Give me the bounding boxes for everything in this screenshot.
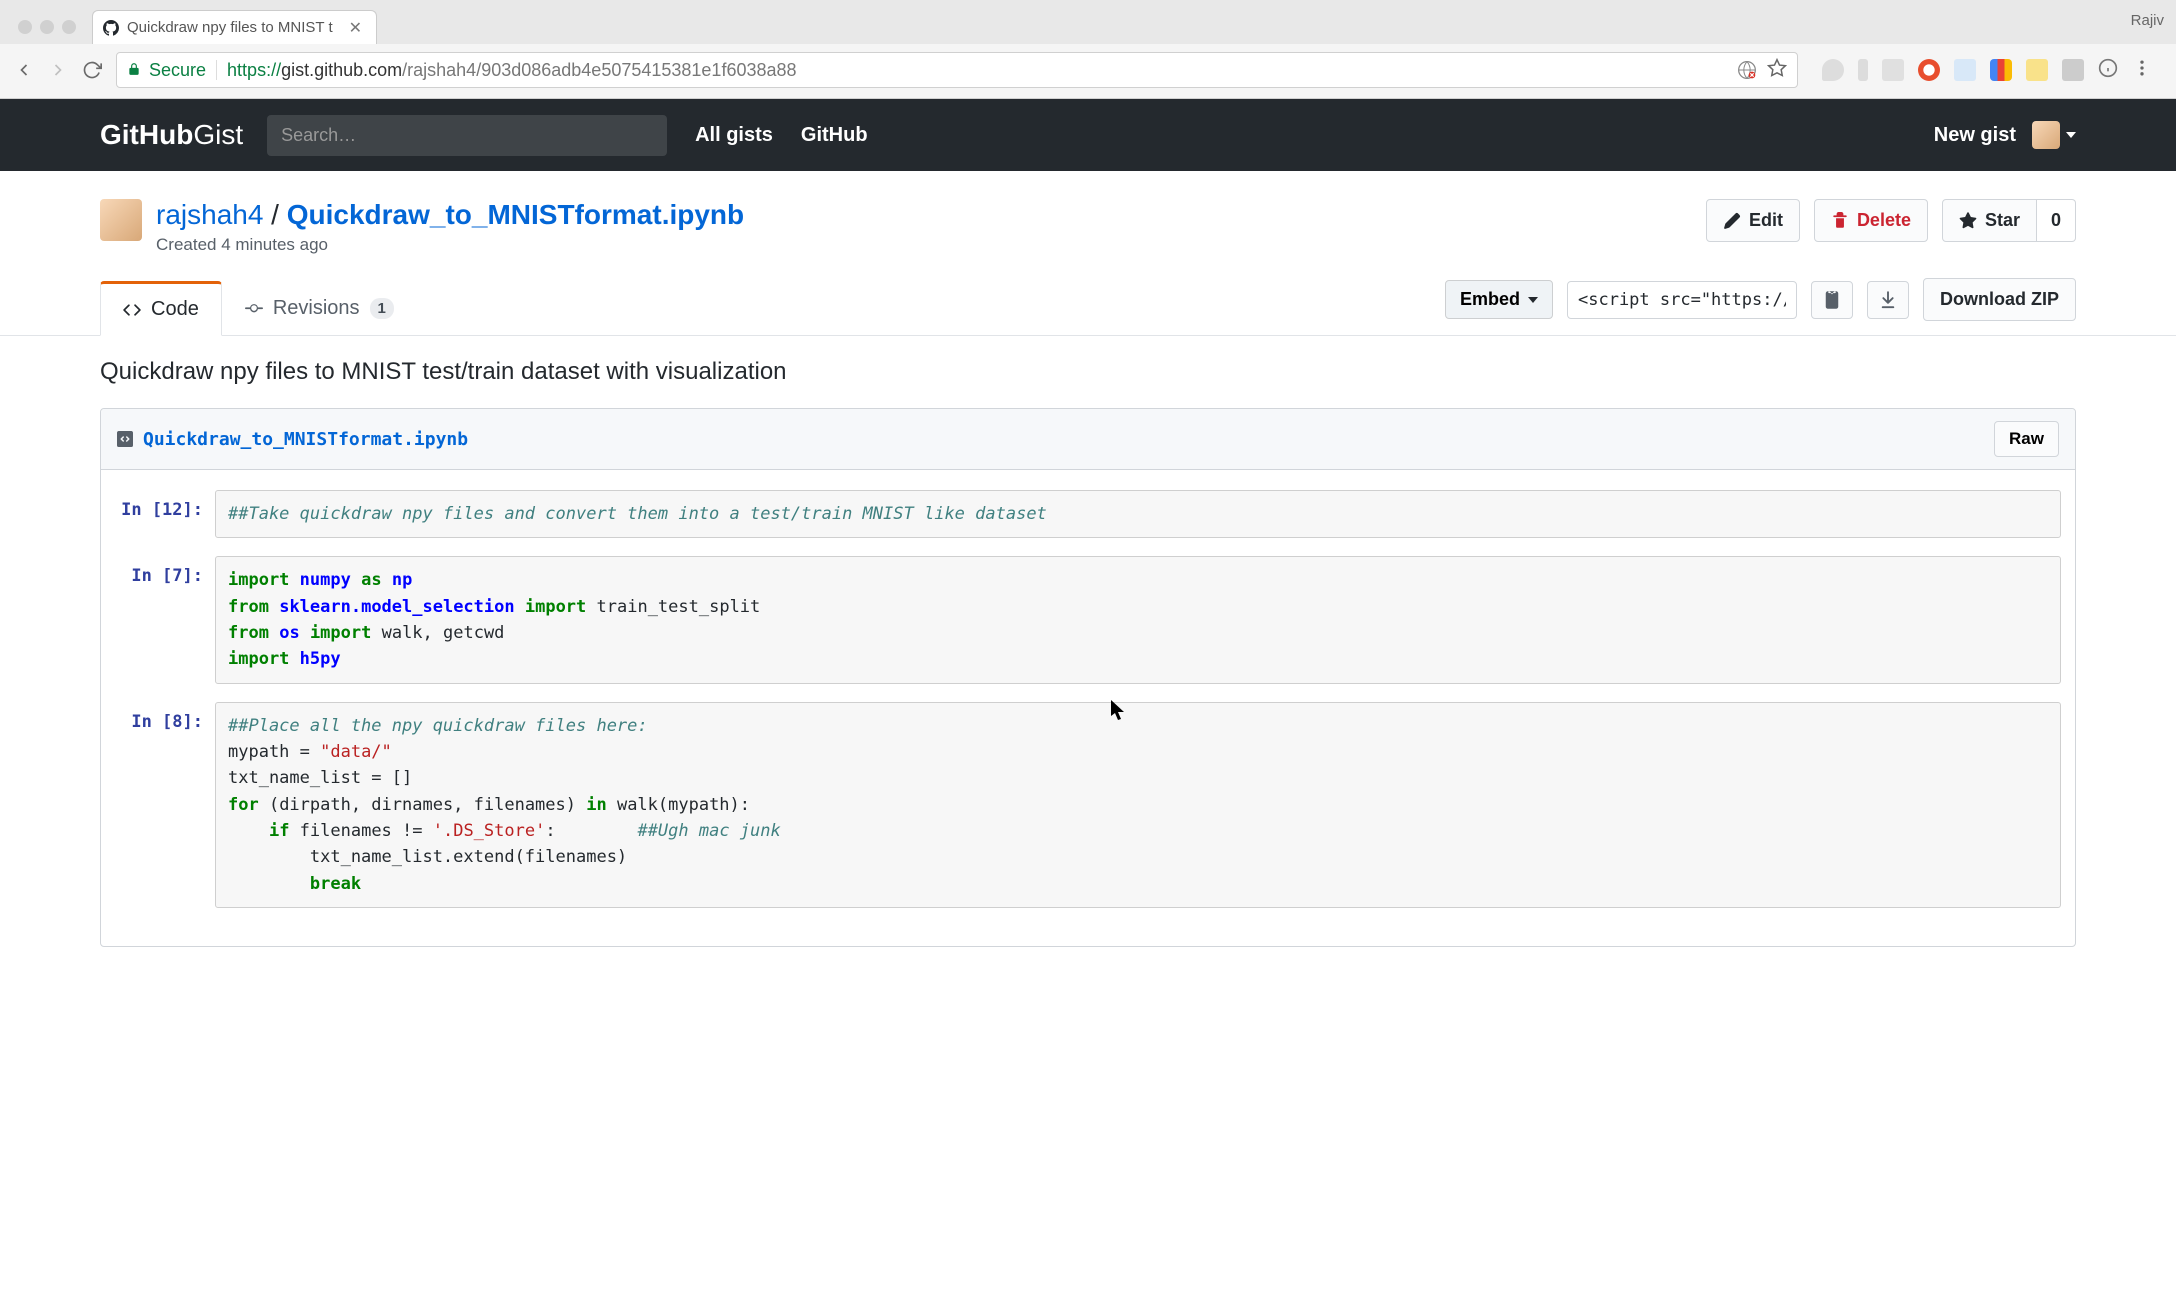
download-button[interactable]: [1867, 281, 1909, 319]
star-icon: [1959, 212, 1977, 230]
tab-code[interactable]: Code: [100, 281, 222, 336]
translate-icon[interactable]: [1737, 60, 1757, 80]
url-path: /rajshah4/903d086adb4e5075415381e1f6038a…: [402, 60, 796, 81]
extension-icon[interactable]: [1822, 59, 1844, 81]
revisions-count: 1: [370, 298, 394, 319]
lock-icon: [127, 60, 141, 81]
pencil-icon: [1723, 212, 1741, 230]
star-button[interactable]: Star: [1942, 199, 2037, 242]
created-at: Created 4 minutes ago: [156, 235, 744, 255]
file-box: Quickdraw_to_MNISTformat.ipynb Raw In [1…: [100, 408, 2076, 947]
cell-input: ##Take quickdraw npy files and convert t…: [215, 490, 2061, 538]
extension-icon[interactable]: [1954, 59, 1976, 81]
browser-chrome: Quickdraw npy files to MNIST t ✕ Rajiv S…: [0, 0, 2176, 99]
bookmark-star-icon[interactable]: [1767, 58, 1787, 83]
nav-forward-icon: [48, 60, 68, 80]
notebook-cell: In [8]: ##Place all the npy quickdraw fi…: [115, 702, 2061, 908]
tabnav: Code Revisions 1: [100, 281, 417, 335]
delete-button[interactable]: Delete: [1814, 199, 1928, 242]
mouse-cursor-icon: [1111, 700, 1127, 722]
extension-icon[interactable]: [1882, 59, 1904, 81]
owner-link[interactable]: rajshah4: [156, 199, 263, 230]
download-icon: [1878, 290, 1898, 310]
nav-github[interactable]: GitHub: [801, 124, 868, 147]
nav-all-gists[interactable]: All gists: [695, 124, 773, 147]
extensions-row: [1812, 58, 2162, 83]
browser-menu-icon[interactable]: [2132, 58, 2152, 83]
code-icon: [123, 301, 141, 319]
clipboard-icon: [1822, 290, 1842, 310]
extension-icon[interactable]: [1990, 59, 2012, 81]
github-header: GitHubGist All gists GitHub New gist: [0, 99, 2176, 171]
cell-input: import numpy as np from sklearn.model_se…: [215, 556, 2061, 683]
notebook-cell: In [7]: import numpy as np from sklearn.…: [115, 556, 2061, 683]
github-gist-logo[interactable]: GitHubGist: [100, 119, 243, 151]
window-close[interactable]: [18, 20, 32, 34]
owner-avatar[interactable]: [100, 199, 142, 241]
url-host: gist.github.com: [281, 60, 402, 81]
gist-description: Quickdraw npy files to MNIST test/train …: [0, 336, 2176, 408]
gist-filename-link[interactable]: Quickdraw_to_MNISTformat.ipynb: [287, 199, 744, 230]
chevron-down-icon: [2066, 132, 2076, 138]
browser-tab[interactable]: Quickdraw npy files to MNIST t ✕: [92, 10, 377, 44]
chevron-down-icon: [1528, 297, 1538, 303]
cell-prompt: In [7]:: [115, 556, 215, 683]
trash-icon: [1831, 212, 1849, 230]
pagehead-actions: Edit Delete Star 0: [1706, 199, 2076, 242]
star-button-group: Star 0: [1942, 199, 2076, 242]
header-nav: All gists GitHub: [695, 124, 867, 147]
reload-icon[interactable]: [82, 60, 102, 80]
tab-close-icon[interactable]: ✕: [349, 18, 362, 38]
raw-button[interactable]: Raw: [1994, 421, 2059, 457]
browser-toolbar: Secure https://gist.github.com/rajshah4/…: [0, 44, 2176, 98]
copy-button[interactable]: [1811, 281, 1853, 319]
star-count[interactable]: 0: [2037, 199, 2076, 242]
browser-profile-name[interactable]: Rajiv: [2131, 12, 2164, 29]
info-icon[interactable]: [2098, 58, 2118, 83]
url-protocol: https://: [227, 60, 281, 81]
embed-script-input[interactable]: [1567, 281, 1797, 319]
embed-dropdown[interactable]: Embed: [1445, 280, 1553, 319]
extension-icon[interactable]: [2062, 59, 2084, 81]
browser-tab-bar: Quickdraw npy files to MNIST t ✕ Rajiv: [0, 0, 2176, 44]
window-maximize[interactable]: [62, 20, 76, 34]
notebook-cell: In [12]: ##Take quickdraw npy files and …: [115, 490, 2061, 538]
notebook-render: In [12]: ##Take quickdraw npy files and …: [101, 470, 2075, 946]
edit-button[interactable]: Edit: [1706, 199, 1800, 242]
extension-icon[interactable]: [1918, 59, 1940, 81]
file-header: Quickdraw_to_MNISTformat.ipynb Raw: [101, 409, 2075, 470]
tab-revisions[interactable]: Revisions 1: [222, 281, 417, 335]
github-favicon-icon: [103, 20, 119, 36]
gist-title: rajshah4 / Quickdraw_to_MNISTformat.ipyn…: [156, 199, 744, 231]
window-controls: [10, 6, 86, 44]
git-commit-icon: [245, 299, 263, 317]
user-menu[interactable]: [2032, 121, 2076, 149]
cell-prompt: In [8]:: [115, 702, 215, 908]
avatar: [2032, 121, 2060, 149]
window-minimize[interactable]: [40, 20, 54, 34]
file-name-link[interactable]: Quickdraw_to_MNISTformat.ipynb: [143, 429, 468, 450]
new-gist-link[interactable]: New gist: [1934, 124, 2016, 147]
extension-icon[interactable]: [2026, 59, 2048, 81]
tab-title: Quickdraw npy files to MNIST t: [127, 19, 333, 36]
extension-icon[interactable]: [1858, 59, 1868, 81]
cell-input: ##Place all the npy quickdraw files here…: [215, 702, 2061, 908]
file-actions: Embed Download ZIP: [1445, 278, 2076, 335]
pagehead: rajshah4 / Quickdraw_to_MNISTformat.ipyn…: [0, 171, 2176, 336]
secure-label: Secure: [149, 60, 206, 81]
code-square-icon: [117, 431, 133, 447]
nav-back-icon[interactable]: [14, 60, 34, 80]
url-field[interactable]: Secure https://gist.github.com/rajshah4/…: [116, 52, 1798, 88]
cell-prompt: In [12]:: [115, 490, 215, 538]
download-zip-button[interactable]: Download ZIP: [1923, 278, 2076, 321]
search-input[interactable]: [267, 115, 667, 156]
